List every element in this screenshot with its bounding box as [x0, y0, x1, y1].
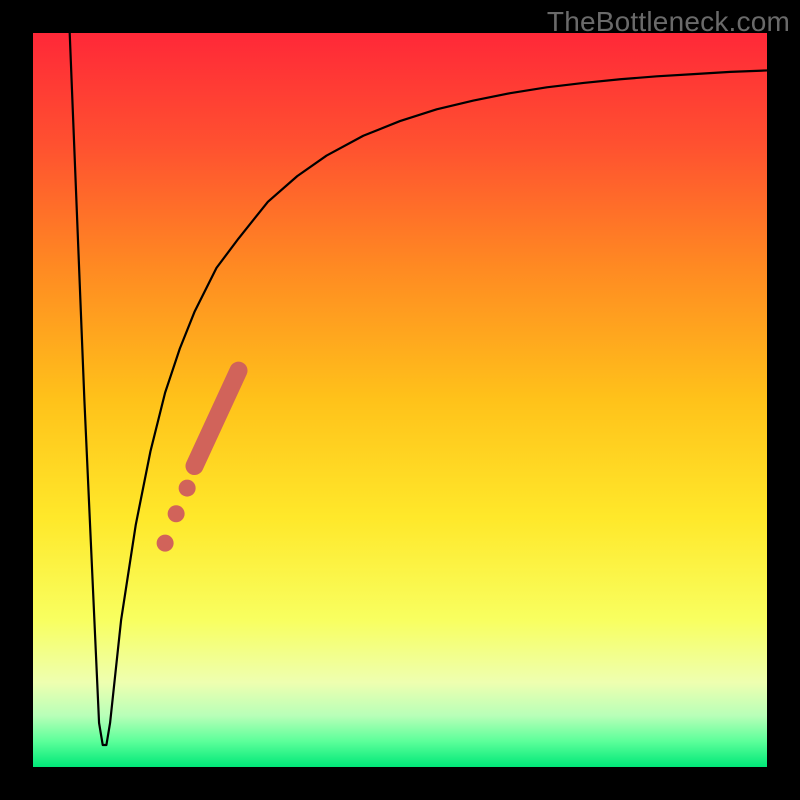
- watermark-text: TheBottleneck.com: [547, 6, 790, 38]
- highlight-dot: [168, 505, 185, 522]
- bottleneck-chart: [0, 0, 800, 800]
- chart-container: TheBottleneck.com: [0, 0, 800, 800]
- highlight-dot: [157, 535, 174, 552]
- highlight-dot: [179, 480, 196, 497]
- gradient-background: [33, 33, 767, 767]
